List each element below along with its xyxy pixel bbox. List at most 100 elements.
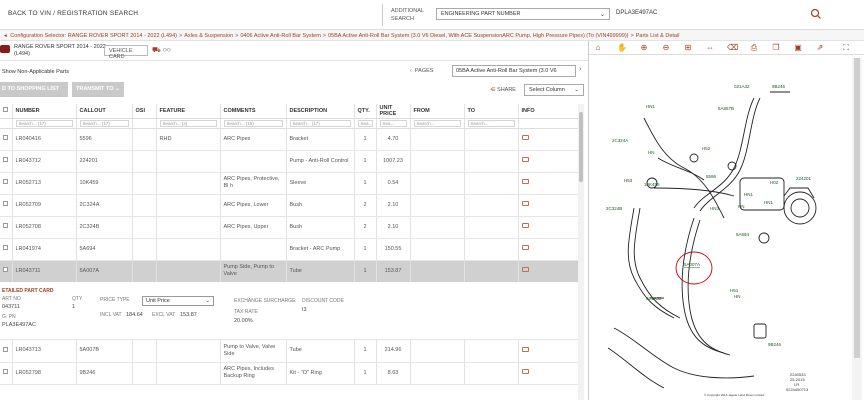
part-number-link[interactable]: LR052798 — [12, 362, 77, 385]
row-checkbox[interactable] — [3, 346, 8, 352]
part-number-link[interactable]: LR052713 — [12, 172, 77, 195]
search-type-select[interactable]: ENGINEERING PART NUMBER ⌄ — [436, 8, 610, 20]
column-filter-input[interactable]: Search... — [413, 119, 461, 127]
info-icon[interactable] — [521, 135, 529, 140]
hand-pan-icon[interactable]: ✋ — [617, 43, 627, 53]
table-row[interactable]: LR043713 5A007B Pump to Valve, Valve Side T… — [0, 340, 579, 363]
search-icon[interactable] — [810, 8, 822, 20]
back-to-vin-link[interactable]: BACK TO VIN / REGISTRATION SEARCH — [8, 10, 138, 17]
part-number-link[interactable]: LR043713 — [12, 340, 77, 363]
part-number-link[interactable]: LR041974 — [12, 238, 77, 261]
breadcrumb-item[interactable]: Configuration Selector: RANGE ROVER SPOR… — [10, 33, 177, 39]
diagram-scrollbar-thumb[interactable] — [854, 58, 860, 358]
diagram-callout-label[interactable]: 5A007A — [684, 262, 700, 267]
column-header[interactable]: TO — [464, 104, 519, 119]
home-breadcrumb-icon[interactable]: ◂ — [4, 33, 8, 39]
table-row[interactable]: LR043712 224201 Pump - Anti-Roll Control 1 1… — [0, 150, 579, 173]
select-all-checkbox[interactable] — [3, 107, 8, 113]
diagram-callout-label[interactable]: HN — [734, 294, 741, 299]
column-filter-input[interactable]: Search... (17) — [15, 119, 73, 127]
exploded-parts-diagram[interactable]: HN1 5A857B 9B246 2C324A H52 HN H53 5596 10K459 H0… — [594, 58, 832, 398]
info-icon[interactable] — [521, 201, 529, 206]
row-checkbox[interactable] — [3, 267, 8, 272]
diagram-callout-label[interactable]: 9B246 — [772, 84, 786, 89]
table-row[interactable]: LR052709 2C324A ARC Pipes, Lower Bush 2 2.10 — [0, 194, 579, 217]
table-row[interactable]: LR041974 5A694 Bracket - ARC Pump 1 150.55 — [0, 238, 579, 261]
info-icon[interactable] — [521, 245, 529, 250]
checkbox[interactable] — [0, 128, 13, 151]
info-cell[interactable] — [518, 216, 579, 239]
select-column-dropdown[interactable]: Select Column ⌄ — [524, 84, 584, 96]
breadcrumb-item[interactable]: Axles & Suspension — [184, 33, 233, 39]
zoom-out-icon[interactable]: ⊖ — [661, 43, 671, 53]
info-icon[interactable] — [521, 157, 529, 162]
diagram-callout-label[interactable]: HN1 — [646, 104, 655, 109]
column-header[interactable] — [0, 104, 13, 119]
info-icon[interactable] — [521, 369, 529, 374]
column-filter-input[interactable]: Search... (2) — [159, 119, 217, 127]
part-number-link[interactable]: LR043711 — [12, 260, 77, 283]
column-filter-input[interactable]: Sea... — [379, 119, 407, 127]
diagram-callout-label[interactable]: HN — [738, 204, 745, 209]
breadcrumb-item[interactable]: 0406 Active Anti-Roll Bar System — [240, 33, 320, 39]
diagram-callout-label[interactable]: 5A857B — [718, 106, 734, 111]
column-filter-input[interactable]: Search... (16) — [223, 119, 283, 127]
row-checkbox[interactable] — [3, 201, 8, 206]
print-icon[interactable]: ⎙ — [749, 43, 759, 53]
table-row[interactable]: LR052713 10K459 ARC Pipes, Protective, Bl … — [0, 172, 579, 195]
info-cell[interactable] — [518, 362, 579, 385]
diagram-callout-label[interactable]: H02 — [770, 180, 779, 185]
copy-icon[interactable]: ❐ — [771, 43, 781, 53]
column-filter-input[interactable]: Search... (17) — [79, 119, 129, 127]
info-cell[interactable] — [518, 260, 579, 283]
column-filter-input[interactable]: Search... — [467, 119, 515, 127]
checkbox[interactable] — [0, 260, 13, 283]
diagram-callout-label[interactable]: HN1 — [744, 192, 753, 197]
price-type-select[interactable]: Unit Price ⌄ — [142, 296, 214, 306]
column-filter-input[interactable]: Sea... — [357, 119, 373, 127]
transmit-to-button[interactable]: TRANSMIT TO ⌄ — [72, 82, 124, 97]
diagram-callout-label[interactable]: 021A32 — [734, 84, 750, 89]
info-cell[interactable] — [518, 172, 579, 195]
chevron-left-icon[interactable]: ‹ — [410, 68, 412, 74]
checkbox[interactable] — [0, 150, 13, 173]
fit-width-icon[interactable]: ⇔ — [705, 43, 715, 53]
row-checkbox[interactable] — [3, 245, 8, 250]
column-header[interactable]: OSI — [132, 104, 157, 119]
home-icon[interactable]: ⌂ — [593, 43, 603, 53]
diagram-callout-label[interactable]: 9B246 — [768, 342, 782, 347]
column-header[interactable]: CALLOUT — [76, 104, 133, 119]
zoom-in-icon[interactable]: ⊕ — [639, 43, 649, 53]
diagram-callout-label[interactable]: 224201 — [796, 176, 812, 181]
column-header[interactable]: NUMBER — [12, 104, 77, 119]
info-cell[interactable] — [518, 128, 579, 151]
panel-divider[interactable] — [588, 41, 589, 400]
part-number-link[interactable]: LR052709 — [12, 194, 77, 217]
row-checkbox[interactable] — [3, 223, 8, 228]
export-icon[interactable]: ⇗ — [815, 43, 825, 53]
column-header[interactable]: INFO — [518, 104, 579, 119]
search-input[interactable]: DPLA3E497AC — [616, 10, 657, 16]
checkbox[interactable] — [0, 216, 13, 239]
diagram-callout-label[interactable]: 021A32 — [646, 296, 662, 301]
info-cell[interactable] — [518, 238, 579, 261]
vehicle-card-button[interactable]: VEHICLE CARD — [104, 45, 148, 60]
row-checkbox[interactable] — [3, 179, 8, 184]
column-header[interactable]: COMMENTS — [220, 104, 287, 119]
checkbox[interactable] — [0, 194, 13, 217]
show-non-applicable-parts[interactable]: Show Non-Applicable Parts — [2, 69, 69, 75]
diagram-callout-label[interactable]: 10K459 — [644, 182, 660, 187]
eraser-icon[interactable]: ⌫ — [727, 43, 738, 53]
diagram-callout-label[interactable]: 2C324A — [612, 138, 628, 143]
diagram-callout-label[interactable]: 5A694 — [736, 232, 750, 237]
diagram-callout-label[interactable]: HN3 — [710, 206, 719, 211]
pages-select[interactable]: 05BA Active Anti-Roll Bar System (3.0 V6 — [452, 65, 576, 77]
part-number-link[interactable]: LR043712 — [12, 150, 77, 173]
table-scrollbar-thumb[interactable] — [579, 112, 583, 182]
share-button[interactable]: ⋲ SHARE — [490, 87, 516, 93]
zoom-area-icon[interactable]: ⊞ — [683, 43, 693, 53]
row-checkbox[interactable] — [3, 135, 8, 140]
diagram-callout-label[interactable]: HN — [648, 150, 655, 155]
diagram-callout-label[interactable]: HN1 — [764, 200, 773, 205]
fullscreen-icon[interactable]: ⛶ — [841, 43, 851, 53]
